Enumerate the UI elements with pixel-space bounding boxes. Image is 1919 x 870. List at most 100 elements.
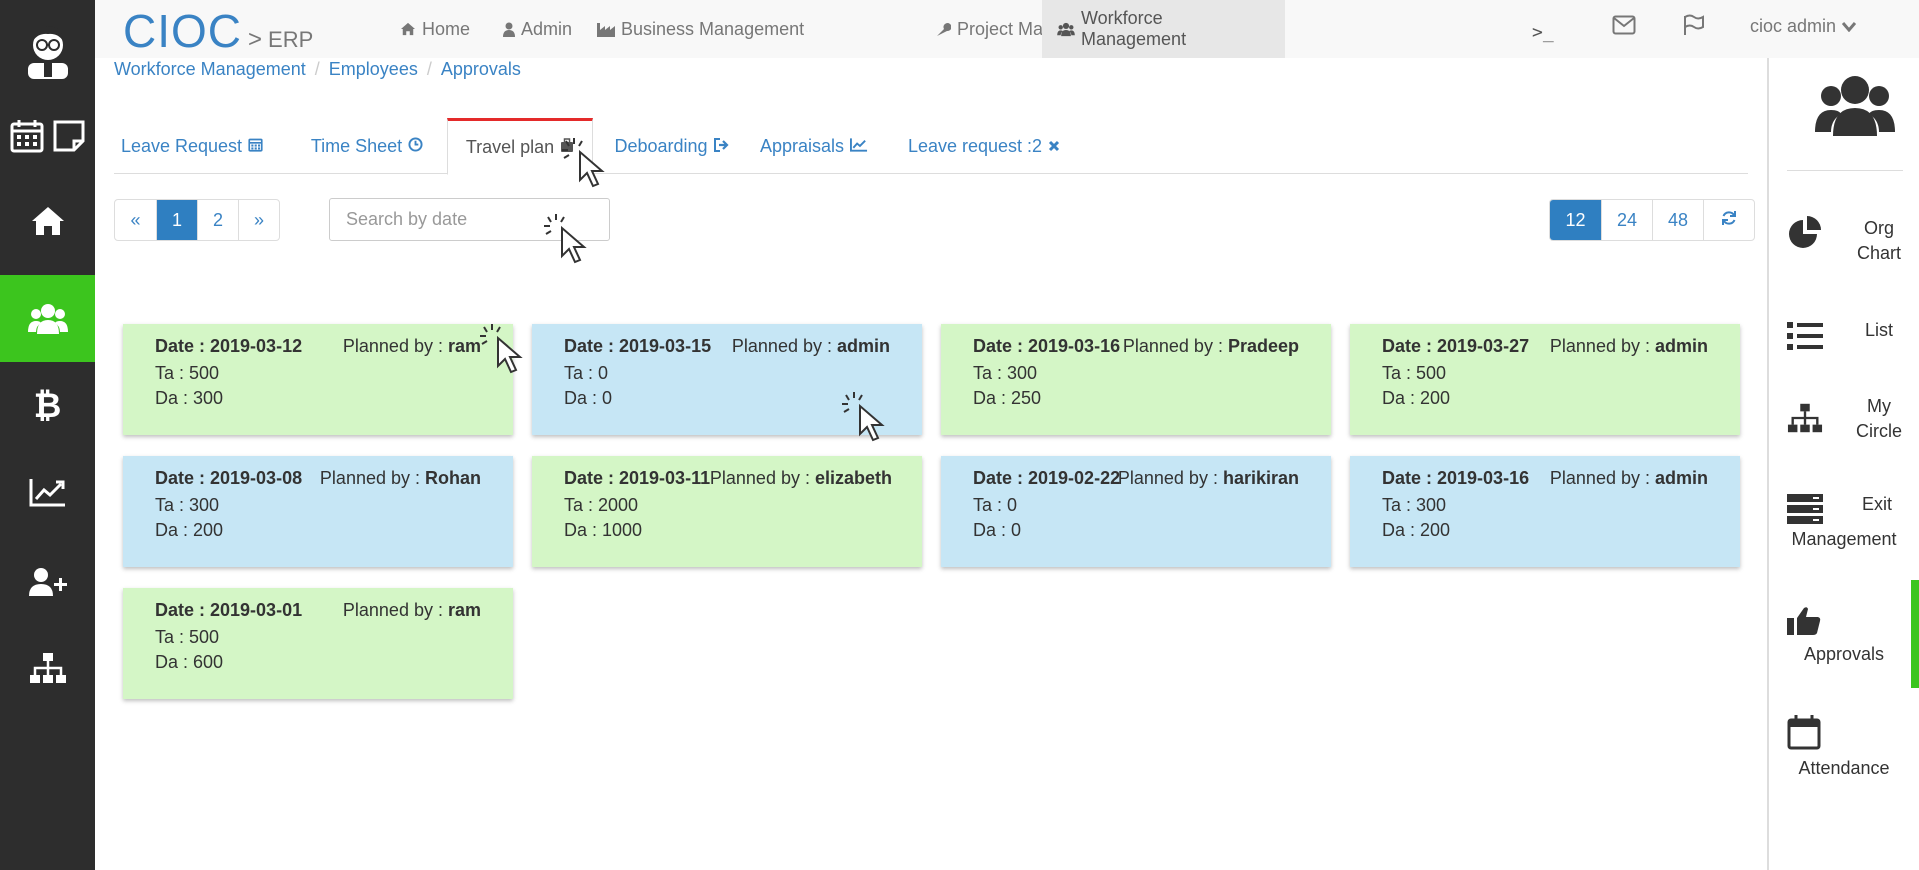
search-by-date-input[interactable] xyxy=(329,198,610,241)
card-ta: Ta : 300 xyxy=(973,363,1038,383)
home-icon[interactable] xyxy=(0,196,95,246)
envelope-icon[interactable] xyxy=(1612,15,1636,40)
travel-plan-card[interactable]: Date : 2019-03-12 Planned by : ram Ta : 5… xyxy=(123,324,513,435)
calendar-icon xyxy=(1787,714,1821,755)
card-ta: Ta : 0 xyxy=(973,495,1018,515)
users-icon xyxy=(1057,22,1075,37)
travel-plan-card[interactable]: Date : 2019-03-16 Planned by : Pradeep Ta… xyxy=(941,324,1331,435)
breadcrumb-separator: / xyxy=(314,59,320,79)
user-icon xyxy=(503,22,515,37)
card-da: Da : 600 xyxy=(155,652,224,672)
tab-leave-request[interactable]: Leave Request xyxy=(114,118,270,174)
sidebar-item-org-chart[interactable]: Org Chart xyxy=(1769,216,1919,296)
travel-plan-card[interactable]: Date : 2019-02-22 Planned by : harikiran … xyxy=(941,456,1331,567)
nav-business-management[interactable]: Business Management xyxy=(589,0,812,58)
thumbs-up-icon xyxy=(1787,606,1821,641)
tab-appraisals[interactable]: Appraisals xyxy=(757,118,871,174)
travel-plan-card[interactable]: Date : 2019-03-08 Planned by : Rohan Ta :… xyxy=(123,456,513,567)
per-page-24[interactable]: 24 xyxy=(1601,200,1652,240)
note-icon[interactable] xyxy=(52,119,86,153)
user-name: cioc admin xyxy=(1750,15,1837,36)
travel-plan-card[interactable]: Date : 2019-03-15 Planned by : admin Ta :… xyxy=(532,324,922,435)
travel-plan-card[interactable]: Date : 2019-03-27 Planned by : admin Ta :… xyxy=(1350,324,1740,435)
sidebar-item-label: List xyxy=(1864,320,1893,340)
travel-plan-card[interactable]: Date : 2019-03-16 Planned by : admin Ta :… xyxy=(1350,456,1740,567)
card-ta: Ta : 300 xyxy=(155,495,220,515)
pagination-prev[interactable]: « xyxy=(115,200,156,240)
tab-label: Time Sheet xyxy=(310,135,403,156)
card-planned-by: Planned by : ram xyxy=(342,600,481,620)
card-ta: Ta : 2000 xyxy=(564,495,639,515)
breadcrumb: Workforce Management / Employees / Appro… xyxy=(114,59,521,80)
users-icon[interactable] xyxy=(0,275,95,362)
user-plus-icon[interactable] xyxy=(0,562,95,602)
user-menu[interactable]: cioc admin xyxy=(1750,0,1857,52)
tab-deboarding[interactable]: Deboarding xyxy=(610,118,734,174)
pagination-next[interactable]: » xyxy=(238,200,279,240)
bitcoin-icon[interactable]: ₿ xyxy=(0,386,95,426)
travel-plan-card[interactable]: Date : 2019-03-11 Planned by : elizabeth … xyxy=(532,456,922,567)
card-da: Da : 1000 xyxy=(564,520,643,540)
per-page-12[interactable]: 12 xyxy=(1550,200,1601,240)
calendar-icon[interactable] xyxy=(9,118,45,154)
times-icon xyxy=(1048,136,1060,157)
sidebar-item-approvals[interactable]: Approvals xyxy=(1769,606,1919,686)
sidebar-item-label: My Circle xyxy=(1855,396,1902,441)
card-da: Da : 250 xyxy=(973,388,1042,408)
card-da: Da : 0 xyxy=(973,520,1022,540)
sidebar-item-list[interactable]: List xyxy=(1769,318,1919,358)
breadcrumb-item-approvals[interactable]: Approvals xyxy=(441,59,521,80)
clock-icon xyxy=(408,136,423,157)
per-page-48[interactable]: 48 xyxy=(1652,200,1703,240)
sidebar-item-label: Exit xyxy=(1861,494,1892,514)
wrench-icon xyxy=(936,22,951,37)
flag-icon[interactable] xyxy=(1682,14,1704,41)
tab-label: Travel plan xyxy=(465,137,555,157)
tab-label: Appraisals xyxy=(759,135,845,156)
breadcrumb-item-employees[interactable]: Employees xyxy=(329,59,418,80)
nav-workforce-management[interactable]: Workforce Management xyxy=(1042,0,1285,58)
sidebar-tools xyxy=(0,114,95,158)
terminal-icon[interactable]: >_ xyxy=(1532,22,1554,43)
top-navbar: CIOC > ERP Home Admin Business Managemen… xyxy=(95,0,1919,58)
card-da: Da : 200 xyxy=(1382,388,1451,408)
right-sidebar: Org Chart List My Circle Exit Management A… xyxy=(1767,58,1919,870)
breadcrumb-item-workforce[interactable]: Workforce Management xyxy=(114,59,306,80)
nav-home[interactable]: Home xyxy=(392,0,478,58)
tab-leave-request-count[interactable]: Leave request :2 xyxy=(904,118,1064,174)
brand-separator: > xyxy=(248,26,263,53)
line-chart-icon[interactable] xyxy=(0,472,95,512)
tab-label: Leave request :2 xyxy=(907,135,1043,156)
tab-label: Deboarding xyxy=(614,135,708,156)
pie-chart-icon xyxy=(1787,216,1823,257)
sidebar-item-attendance[interactable]: Attendance xyxy=(1769,714,1919,794)
approval-tabs: Leave Request Time Sheet Travel plan Deb… xyxy=(114,118,1748,175)
card-date: Date : 2019-02-22 xyxy=(973,468,1121,488)
sidebar-item-exit-management[interactable]: Exit Management xyxy=(1769,494,1919,574)
sidebar-item-label: Approvals xyxy=(1803,644,1885,664)
pagination-page-1[interactable]: 1 xyxy=(156,200,197,240)
line-chart-icon xyxy=(850,136,868,157)
card-ta: Ta : 500 xyxy=(1382,363,1447,383)
card-planned-by: Planned by : harikiran xyxy=(1117,468,1299,488)
brand-sub: ERP xyxy=(268,27,314,52)
card-planned-by: Planned by : ram xyxy=(342,336,481,356)
avatar[interactable] xyxy=(0,18,95,82)
travel-plan-card[interactable]: Date : 2019-03-01 Planned by : ram Ta : 5… xyxy=(123,588,513,699)
card-date: Date : 2019-03-16 xyxy=(1382,468,1530,488)
pagination-page-2[interactable]: 2 xyxy=(197,200,238,240)
nav-admin-label: Admin xyxy=(521,18,573,39)
brand[interactable]: CIOC > ERP xyxy=(123,4,313,58)
refresh-button[interactable] xyxy=(1703,200,1754,240)
nav-admin[interactable]: Admin xyxy=(495,0,580,58)
tab-travel-plan[interactable]: Travel plan xyxy=(447,118,593,175)
tab-time-sheet[interactable]: Time Sheet xyxy=(297,118,437,174)
card-da: Da : 0 xyxy=(564,388,613,408)
nav-home-label: Home xyxy=(422,18,471,39)
sidebar-item-label: Management xyxy=(1791,529,1897,549)
sitemap-icon[interactable] xyxy=(0,648,95,688)
card-ta: Ta : 0 xyxy=(564,363,609,383)
card-date: Date : 2019-03-11 xyxy=(564,468,711,488)
sidebar-item-my-circle[interactable]: My Circle xyxy=(1769,394,1919,454)
nav-workforce-management-label: Workforce Management xyxy=(1081,8,1187,49)
